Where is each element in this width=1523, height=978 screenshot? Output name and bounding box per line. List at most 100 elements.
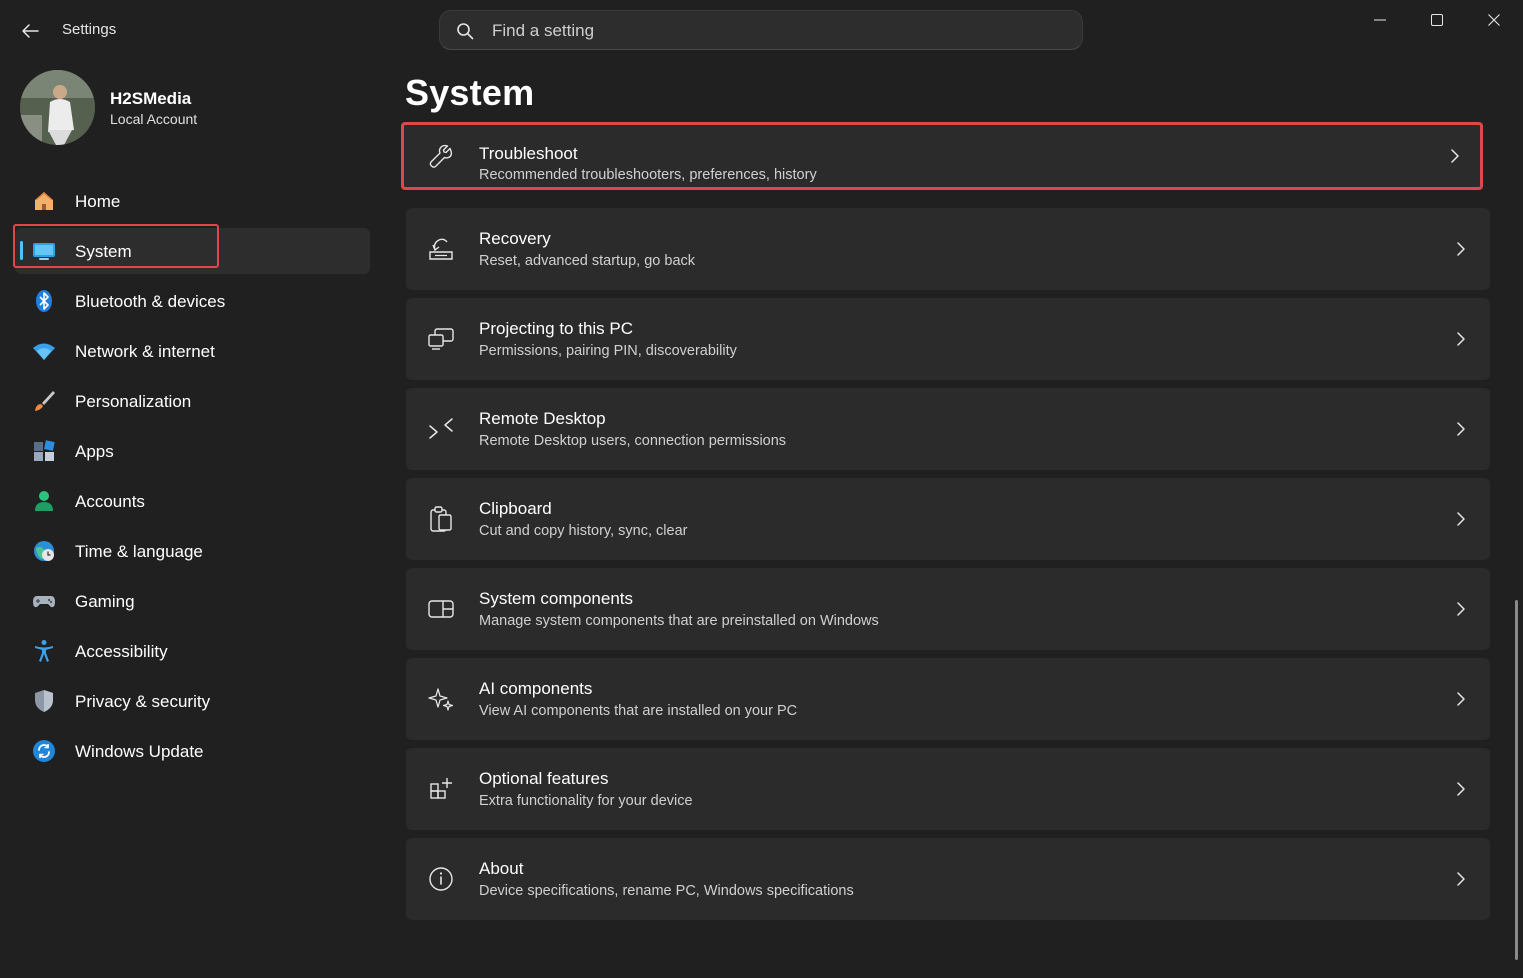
card-title: Recovery <box>479 229 551 248</box>
selection-indicator <box>20 241 23 260</box>
accounts-icon <box>32 489 56 513</box>
card-subtitle: Permissions, pairing PIN, discoverabilit… <box>479 343 737 359</box>
card-title: About <box>479 859 524 878</box>
sidebar-item-label: Bluetooth & devices <box>75 292 226 311</box>
close-button[interactable] <box>1466 0 1522 40</box>
back-arrow-icon <box>22 24 39 38</box>
system-components-card[interactable]: System components Manage system componen… <box>406 568 1490 650</box>
avatar <box>20 70 95 145</box>
update-icon <box>32 739 56 763</box>
optional-features-icon <box>427 775 455 803</box>
app-title: Settings <box>62 21 117 38</box>
title-bar: Settings <box>0 0 1523 60</box>
brush-icon <box>32 389 56 413</box>
card-subtitle: View AI components that are installed on… <box>479 703 798 719</box>
wrench-icon <box>427 143 455 171</box>
card-title: Clipboard <box>479 499 552 518</box>
close-icon <box>1488 14 1500 26</box>
system-icon <box>32 239 56 263</box>
sidebar-item-label: Home <box>75 192 121 211</box>
sidebar-item-label: Network & internet <box>75 342 215 361</box>
card-title: System components <box>479 589 634 608</box>
gamepad-icon <box>32 589 56 613</box>
search-icon <box>456 22 474 40</box>
sidebar-item-label: Accessibility <box>75 642 168 661</box>
card-title: AI components <box>479 679 593 698</box>
chevron-right-icon <box>1454 600 1468 618</box>
sparkle-icon <box>427 685 455 713</box>
profile-name: H2SMedia <box>110 89 192 108</box>
remote-desktop-icon <box>427 415 455 443</box>
ai-components-card[interactable]: AI components View AI components that ar… <box>406 658 1490 740</box>
back-button[interactable] <box>18 20 42 42</box>
recovery-icon <box>427 235 455 263</box>
settings-list: Troubleshoot Recommended troubleshooters… <box>401 122 1490 928</box>
card-subtitle: Reset, advanced startup, go back <box>479 253 696 269</box>
chevron-right-icon <box>1454 240 1468 258</box>
card-title: Optional features <box>479 769 609 788</box>
sidebar-item-accessibility[interactable]: Accessibility <box>15 628 370 674</box>
search-box[interactable] <box>439 10 1083 51</box>
card-subtitle: Device specifications, rename PC, Window… <box>479 883 854 899</box>
chevron-right-icon <box>1454 780 1468 798</box>
sidebar-item-apps[interactable]: Apps <box>15 428 370 474</box>
maximize-button[interactable] <box>1409 0 1465 40</box>
remote-desktop-card[interactable]: Remote Desktop Remote Desktop users, con… <box>406 388 1490 470</box>
chevron-right-icon <box>1454 510 1468 528</box>
card-subtitle: Remote Desktop users, connection permiss… <box>479 433 787 449</box>
card-subtitle: Extra functionality for your device <box>479 793 693 809</box>
clipboard-card[interactable]: Clipboard Cut and copy history, sync, cl… <box>406 478 1490 560</box>
card-subtitle: Cut and copy history, sync, clear <box>479 523 688 539</box>
sidebar-item-label: Gaming <box>75 592 135 611</box>
recovery-card[interactable]: Recovery Reset, advanced startup, go bac… <box>406 208 1490 290</box>
shield-icon <box>32 689 56 713</box>
chevron-right-icon <box>1454 870 1468 888</box>
optional-features-card[interactable]: Optional features Extra functionality fo… <box>406 748 1490 830</box>
minimize-button[interactable] <box>1352 0 1408 40</box>
sidebar-item-system[interactable]: System <box>15 228 370 274</box>
page-title: System <box>405 72 535 113</box>
card-title: Troubleshoot <box>479 144 578 163</box>
card-subtitle: Manage system components that are preins… <box>479 613 879 629</box>
sidebar-nav: Home System Bluetooth & devices Network … <box>15 178 370 778</box>
sidebar-item-label: Time & language <box>75 542 203 561</box>
wifi-icon <box>32 339 56 363</box>
about-card[interactable]: About Device specifications, rename PC, … <box>406 838 1490 920</box>
sidebar-item-personalization[interactable]: Personalization <box>15 378 370 424</box>
sidebar-item-label: Accounts <box>75 492 145 511</box>
sidebar-item-accounts[interactable]: Accounts <box>15 478 370 524</box>
sidebar-item-label: Personalization <box>75 392 192 411</box>
sidebar-item-label: Apps <box>75 442 114 461</box>
sidebar-item-label: Windows Update <box>75 742 204 761</box>
scrollbar[interactable] <box>1515 600 1518 960</box>
sidebar-item-label: Privacy & security <box>75 692 211 711</box>
sidebar-item-home[interactable]: Home <box>15 178 370 224</box>
clock-globe-icon <box>32 539 56 563</box>
card-title: Projecting to this PC <box>479 319 634 338</box>
home-icon <box>32 189 56 213</box>
projecting-icon <box>427 325 455 353</box>
apps-icon <box>32 439 56 463</box>
sidebar-item-bluetooth[interactable]: Bluetooth & devices <box>15 278 370 324</box>
sidebar-item-privacy-security[interactable]: Privacy & security <box>15 678 370 724</box>
chevron-right-icon <box>1448 147 1462 165</box>
minimize-icon <box>1374 19 1386 21</box>
search-input[interactable] <box>490 11 1074 51</box>
troubleshoot-card[interactable]: Troubleshoot Recommended troubleshooters… <box>401 122 1483 190</box>
clipboard-icon <box>427 505 455 533</box>
sidebar-item-time-language[interactable]: Time & language <box>15 528 370 574</box>
accessibility-icon <box>32 639 56 663</box>
maximize-icon <box>1431 14 1443 26</box>
sidebar-item-label: System <box>75 242 132 261</box>
projecting-card[interactable]: Projecting to this PC Permissions, pairi… <box>406 298 1490 380</box>
sidebar-item-network[interactable]: Network & internet <box>15 328 370 374</box>
chevron-right-icon <box>1454 420 1468 438</box>
card-title: Remote Desktop <box>479 409 606 428</box>
sidebar-item-gaming[interactable]: Gaming <box>15 578 370 624</box>
card-subtitle: Recommended troubleshooters, preferences… <box>479 167 817 183</box>
chevron-right-icon <box>1454 690 1468 708</box>
sidebar-item-windows-update[interactable]: Windows Update <box>15 728 370 774</box>
profile-account-type: Local Account <box>110 111 198 127</box>
bluetooth-icon <box>32 289 56 313</box>
system-components-icon <box>427 595 455 623</box>
